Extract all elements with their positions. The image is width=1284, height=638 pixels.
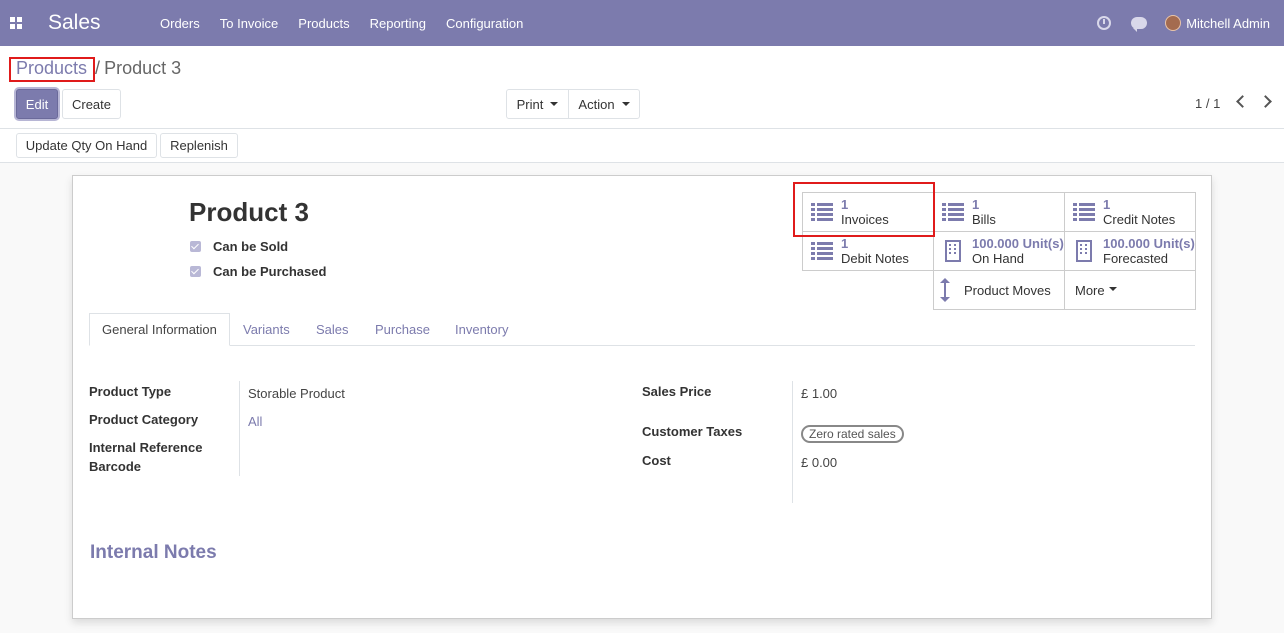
barcode-label: Barcode [89,459,142,474]
main-menu: Orders To Invoice Products Reporting Con… [150,16,533,31]
checkbox-checked-icon[interactable] [190,266,201,277]
print-label: Print [516,96,544,112]
forecasted-unit: Unit(s) [1153,236,1195,251]
building-icon [942,240,964,262]
cost-value[interactable]: £ 0.00 [801,455,837,470]
bills-label: Bills [972,212,996,227]
highlight-box-invoices [793,182,935,237]
control-panel-divider [0,128,1284,129]
product-moves-label: Product Moves [964,282,1051,298]
list-icon [942,203,964,221]
create-button[interactable]: Create [62,89,121,119]
can-be-purchased-label: Can be Purchased [213,264,327,279]
product-moves-smart-button[interactable]: Product Moves [933,270,1065,310]
more-smart-button[interactable]: More [1064,270,1196,310]
user-name[interactable]: Mitchell Admin [1186,16,1270,31]
caret-down-icon [550,102,559,106]
app-name[interactable]: Sales [48,11,148,35]
credit-notes-count: 1 [1103,197,1111,212]
building-icon [1073,240,1095,262]
internal-reference-label: Internal Reference [89,440,203,455]
can-be-sold-label: Can be Sold [213,239,289,254]
forecasted-smart-button[interactable]: 100.000 Unit(s) Forecasted [1064,231,1196,271]
debit-notes-count: 1 [841,236,849,251]
tab-sales[interactable]: Sales [316,313,349,346]
breadcrumb-separator: / [95,58,101,78]
can-be-purchased-checkbox[interactable]: Can be Purchased [190,264,326,279]
menu-to-invoice[interactable]: To Invoice [210,16,289,31]
menu-configuration[interactable]: Configuration [436,16,533,31]
menu-orders[interactable]: Orders [150,16,210,31]
tab-purchase[interactable]: Purchase [375,313,430,346]
internal-notes-heading: Internal Notes [90,542,217,563]
print-dropdown[interactable]: Print [506,89,569,119]
debit-notes-smart-button[interactable]: 1 Debit Notes [802,231,934,271]
debit-notes-label: Debit Notes [841,251,909,266]
sales-price-value[interactable]: £ 1.00 [801,386,837,401]
activity-clock-icon[interactable] [1097,16,1112,30]
caret-down-icon [621,102,630,106]
on-hand-qty: 100.000 [972,236,1019,251]
customer-taxes-label: Customer Taxes [642,424,743,439]
breadcrumb-current: Product 3 [104,58,182,78]
top-navbar: Sales Orders To Invoice Products Reporti… [0,0,1284,46]
credit-notes-label: Credit Notes [1103,212,1176,227]
replenish-button[interactable]: Replenish [160,133,238,158]
on-hand-unit: Unit(s) [1022,236,1064,251]
tax-tag[interactable]: Zero rated sales [801,425,904,443]
list-icon [1073,203,1095,221]
sales-price-label: Sales Price [642,384,712,399]
up-down-arrows-icon [940,278,950,302]
cost-label: Cost [642,453,671,468]
credit-notes-smart-button[interactable]: 1 Credit Notes [1064,192,1196,232]
tab-inventory[interactable]: Inventory [455,313,508,346]
right-group-separator [792,381,793,503]
product-category-link[interactable]: All [248,414,262,429]
bills-count: 1 [972,197,980,212]
apps-menu-icon[interactable] [0,0,32,46]
checkbox-checked-icon[interactable] [190,241,201,252]
tab-variants[interactable]: Variants [243,313,290,346]
forecasted-label: Forecasted [1103,251,1169,266]
chevron-left-icon[interactable] [1236,95,1249,108]
bills-smart-button[interactable]: 1 Bills [933,192,1065,232]
list-icon [811,242,833,260]
more-label: More [1075,282,1105,298]
menu-products[interactable]: Products [288,16,359,31]
edit-button[interactable]: Edit [16,89,58,119]
on-hand-smart-button[interactable]: 100.000 Unit(s) On Hand [933,231,1065,271]
product-type-label: Product Type [89,384,172,399]
on-hand-label: On Hand [972,251,1025,266]
product-category-label: Product Category [89,412,199,427]
action-label: Action [578,96,615,112]
messaging-chat-icon[interactable] [1131,17,1148,32]
pager-value[interactable]: 1 / 1 [1195,96,1220,111]
left-group-separator [239,381,240,476]
product-type-value[interactable]: Storable Product [248,386,345,401]
menu-reporting[interactable]: Reporting [360,16,436,31]
action-dropdown[interactable]: Action [568,89,640,119]
product-name[interactable]: Product 3 [189,197,309,228]
chevron-right-icon[interactable] [1259,95,1272,108]
user-avatar[interactable] [1165,15,1182,31]
tab-general-information[interactable]: General Information [89,313,230,346]
navbar-systray: Mitchell Admin [1097,15,1284,32]
update-qty-button[interactable]: Update Qty On Hand [16,133,157,158]
caret-down-icon [1108,287,1117,291]
can-be-sold-checkbox[interactable]: Can be Sold [190,239,288,254]
forecasted-qty: 100.000 [1103,236,1150,251]
highlight-box-products [9,57,95,82]
